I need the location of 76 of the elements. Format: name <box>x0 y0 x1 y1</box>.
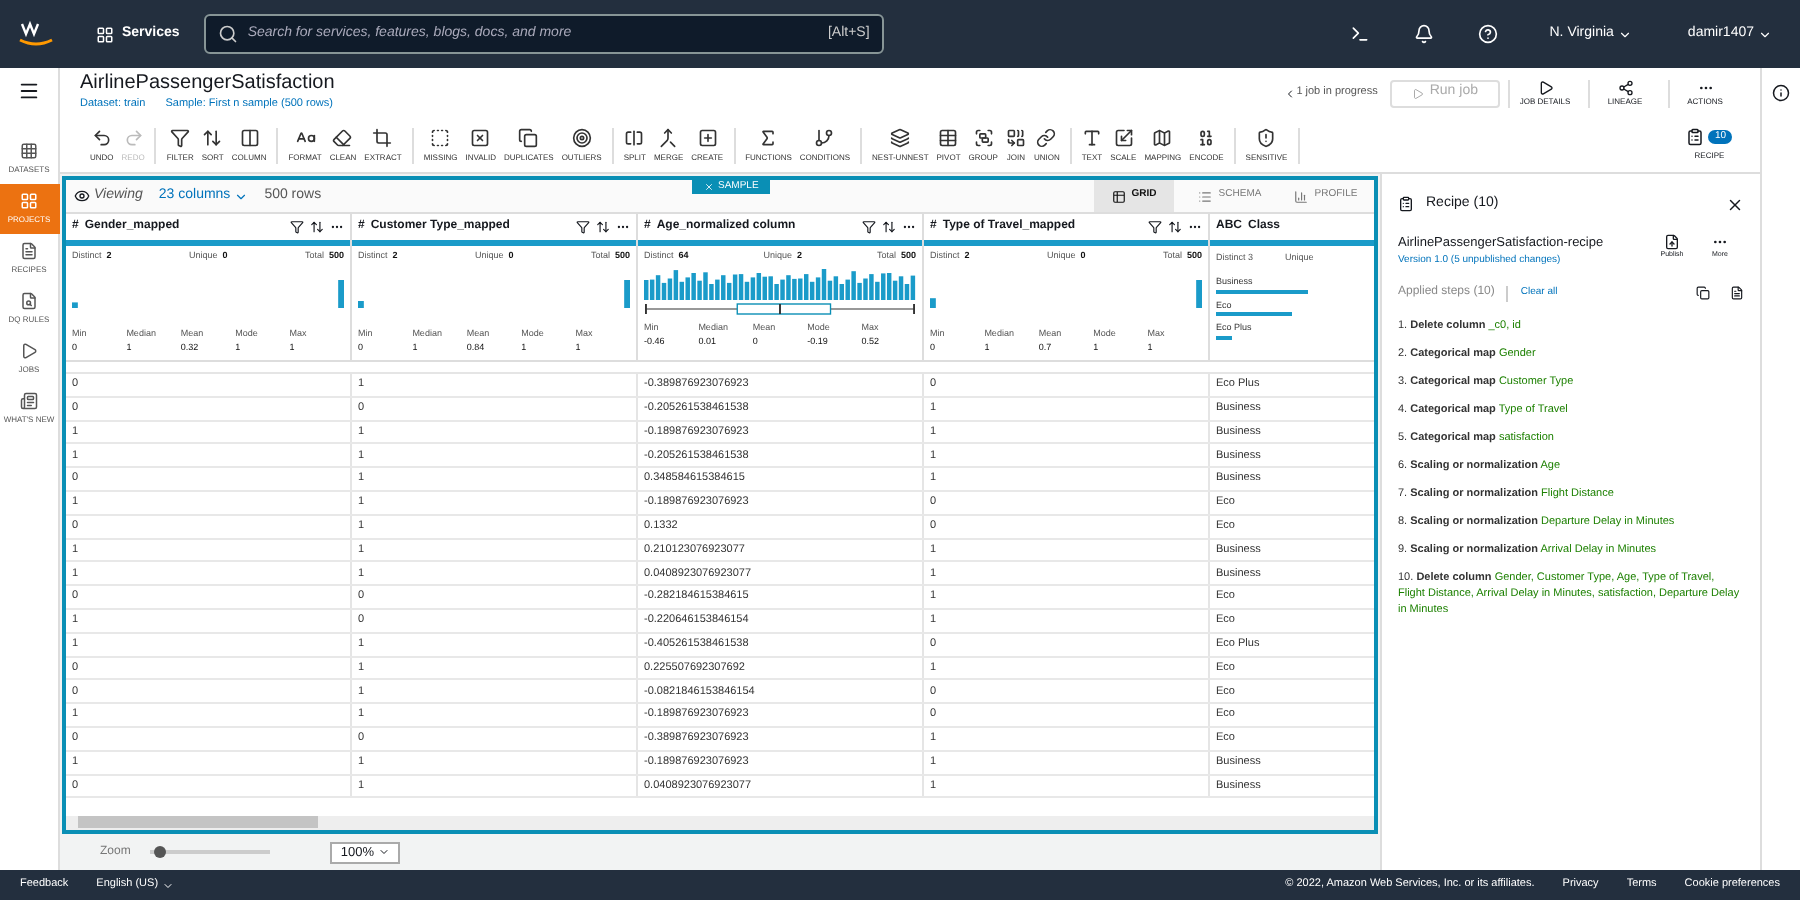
toolbar-icon <box>1036 127 1057 147</box>
caret-icon <box>1617 27 1632 41</box>
view-icon <box>1198 189 1213 203</box>
toolbar-icon <box>658 127 679 147</box>
sidebar-icon <box>20 242 38 260</box>
play-icon <box>1411 87 1424 99</box>
grid-icon <box>96 25 114 43</box>
zoom-slider-thumb[interactable] <box>153 846 166 859</box>
info-icon[interactable] <box>1772 84 1790 102</box>
sidebar-icon <box>20 192 38 210</box>
action-icon <box>1617 79 1633 95</box>
logo-icon[interactable] <box>16 20 56 48</box>
toolbar-icon <box>239 127 260 147</box>
document-icon[interactable] <box>1730 286 1744 301</box>
menu-icon[interactable] <box>18 80 40 102</box>
sort-icon[interactable] <box>596 220 610 234</box>
toolbar-icon <box>814 127 835 147</box>
more-icon[interactable] <box>330 220 344 234</box>
sort-icon[interactable] <box>310 220 324 234</box>
more-icon[interactable] <box>1188 220 1202 234</box>
toolbar-icon <box>202 127 223 147</box>
page-title: AirlinePassengerSatisfaction <box>80 72 335 97</box>
publish-icon <box>1664 234 1680 250</box>
toolbar-icon <box>1256 127 1277 147</box>
toolbar-icon <box>571 127 592 147</box>
toolbar-icon <box>430 127 451 147</box>
toolbar-icon <box>1196 127 1217 147</box>
toolbar-icon <box>332 127 353 147</box>
notification-icon[interactable] <box>1413 24 1434 44</box>
toolbar-icon <box>1113 127 1134 147</box>
sidebar-icon <box>20 292 38 310</box>
filter-icon[interactable] <box>576 220 590 234</box>
eye-icon <box>74 188 90 204</box>
recipe-icon <box>1398 196 1414 212</box>
more-icon[interactable] <box>616 220 630 234</box>
more-icon[interactable] <box>902 220 916 234</box>
sidebar-icon <box>20 342 38 360</box>
zoom-slider[interactable] <box>150 850 271 855</box>
toolbar-icon <box>1005 127 1026 147</box>
clipboard-icon <box>1686 128 1705 146</box>
toolbar-icon <box>470 127 491 147</box>
help-icon[interactable] <box>1477 24 1498 44</box>
toolbar-icon <box>890 127 911 147</box>
horizontal-scrollbar[interactable] <box>66 816 1374 831</box>
toolbar-icon <box>938 127 959 147</box>
toolbar-icon <box>372 127 393 147</box>
terminal-icon[interactable] <box>1349 24 1370 44</box>
sidebar-icon <box>20 142 38 160</box>
filter-icon[interactable] <box>1148 220 1162 234</box>
sort-icon[interactable] <box>1168 220 1182 234</box>
toolbar-icon <box>1152 127 1173 147</box>
sidebar-icon <box>20 392 38 410</box>
action-icon <box>1537 79 1553 95</box>
view-icon <box>1111 189 1126 203</box>
search-icon <box>217 24 238 44</box>
filter-icon[interactable] <box>862 220 876 234</box>
view-icon <box>1294 189 1309 203</box>
toolbar-icon <box>518 127 539 147</box>
toolbar-icon <box>624 127 645 147</box>
filter-icon[interactable] <box>290 220 304 234</box>
chevron-left-icon[interactable] <box>1284 87 1297 99</box>
toolbar-icon <box>973 127 994 147</box>
toolbar-icon <box>758 127 779 147</box>
copy-icon[interactable] <box>1696 286 1710 301</box>
toolbar-icon <box>91 127 112 147</box>
toolbar-icon <box>1081 127 1102 147</box>
toolbar-icon <box>170 127 191 147</box>
toolbar-icon <box>697 127 718 147</box>
toolbar-icon <box>123 127 144 147</box>
sort-icon[interactable] <box>882 220 896 234</box>
close-icon[interactable] <box>1726 195 1744 213</box>
caret-icon <box>1758 27 1772 41</box>
toolbar-icon <box>295 127 316 147</box>
caret-icon <box>377 846 390 859</box>
caret-icon <box>162 879 175 891</box>
caret-icon <box>234 189 249 203</box>
